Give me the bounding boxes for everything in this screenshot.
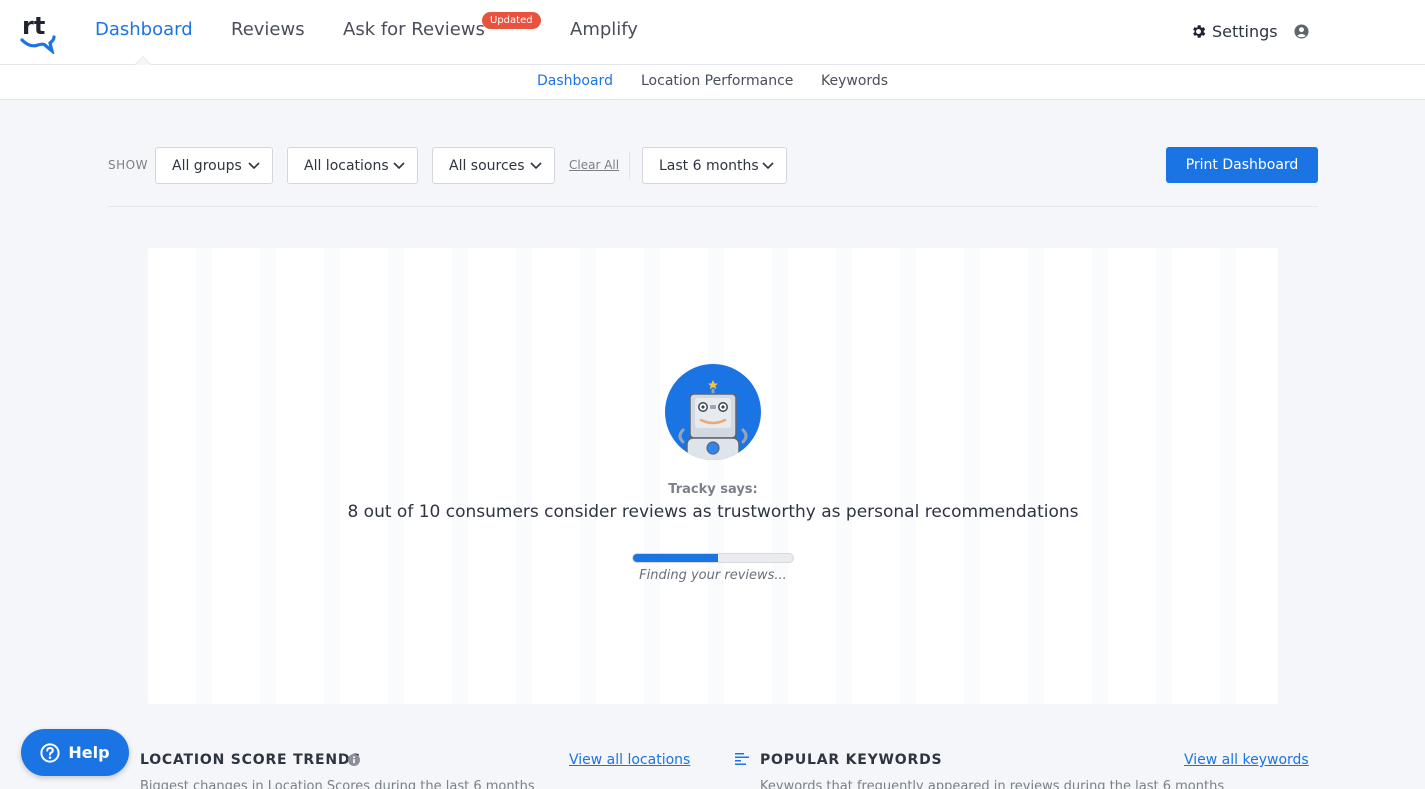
locations-select-value: All locations (304, 157, 389, 174)
help-button[interactable]: Help (21, 729, 129, 776)
logo-text: rt (22, 12, 45, 40)
top-navbar: rt Dashboard Reviews Ask for Reviews Upd… (0, 0, 1425, 65)
settings-button[interactable]: Settings (1190, 22, 1278, 41)
show-label: SHOW (108, 158, 148, 172)
clear-all-link[interactable]: Clear All (569, 158, 619, 172)
period-select-value: Last 6 months (659, 157, 759, 174)
nav-ask-for-reviews[interactable]: Ask for Reviews (343, 19, 485, 40)
keywords-list-icon (735, 753, 749, 765)
popular-keywords-subtitle: Keywords that frequently appeared in rev… (760, 779, 1225, 789)
view-all-keywords-link[interactable]: View all keywords (1184, 752, 1309, 768)
tracky-label: Tracky says: (668, 482, 758, 497)
user-account-icon[interactable] (1294, 24, 1309, 39)
question-icon (40, 742, 61, 763)
settings-label: Settings (1212, 22, 1278, 41)
chevron-down-icon (248, 162, 260, 170)
info-icon[interactable] (348, 754, 360, 766)
period-select[interactable]: Last 6 months (642, 147, 787, 184)
nav-reviews[interactable]: Reviews (231, 19, 305, 40)
gear-icon (1193, 25, 1206, 38)
subnav-location-performance[interactable]: Location Performance (641, 73, 793, 89)
tracky-robot-icon (665, 364, 761, 460)
loading-progress-bar (632, 553, 794, 563)
chevron-down-icon (762, 162, 774, 170)
location-score-trends-title: LOCATION SCORE TRENDS (140, 752, 362, 768)
locations-select[interactable]: All locations (287, 147, 418, 184)
active-nav-indicator (134, 56, 152, 65)
tracky-message: 8 out of 10 consumers consider reviews a… (347, 502, 1079, 522)
sources-select[interactable]: All sources (432, 147, 555, 184)
sources-select-value: All sources (449, 157, 525, 174)
subnav-dashboard[interactable]: Dashboard (537, 73, 613, 89)
sub-navbar: Dashboard Location Performance Keywords (0, 65, 1425, 100)
print-dashboard-button[interactable]: Print Dashboard (1166, 147, 1318, 183)
filter-divider (629, 152, 630, 179)
chevron-down-icon (393, 162, 405, 170)
loading-status: Finding your reviews... (639, 568, 787, 583)
nav-dashboard[interactable]: Dashboard (95, 19, 193, 40)
filters-divider (108, 206, 1318, 207)
chevron-down-icon (530, 162, 542, 170)
groups-select[interactable]: All groups (155, 147, 273, 184)
loading-card: Tracky says: 8 out of 10 consumers consi… (148, 248, 1278, 704)
help-label: Help (68, 743, 110, 762)
view-all-locations-link[interactable]: View all locations (569, 752, 690, 768)
subnav-keywords[interactable]: Keywords (821, 73, 888, 89)
logo-icon[interactable]: rt (20, 10, 56, 54)
loading-progress-fill (633, 554, 718, 562)
groups-select-value: All groups (172, 157, 242, 174)
popular-keywords-title: POPULAR KEYWORDS (760, 752, 943, 768)
updated-badge: Updated (482, 12, 541, 29)
location-score-trends-subtitle: Biggest changes in Location Scores durin… (140, 779, 535, 789)
nav-amplify[interactable]: Amplify (570, 19, 638, 40)
